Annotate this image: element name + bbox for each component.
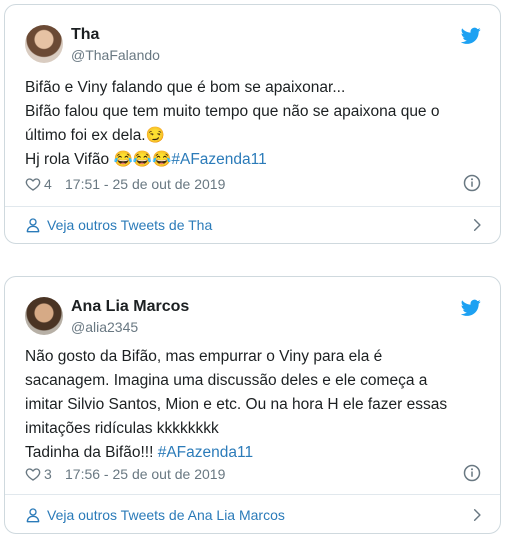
- person-icon: [26, 508, 40, 523]
- tweet-line: Bifão e Viny falando que é bom se apaixo…: [25, 79, 346, 96]
- tweet-header: Ana Lia Marcos @alia2345: [25, 297, 485, 337]
- tweet-line: Bifão falou que tem muito tempo que não …: [25, 103, 440, 120]
- twitter-bird-icon[interactable]: [461, 299, 481, 317]
- heart-icon[interactable]: [25, 466, 41, 482]
- avatar[interactable]: [25, 297, 63, 335]
- chevron-right-icon[interactable]: [470, 507, 484, 523]
- more-tweets-label[interactable]: Veja outros Tweets de Ana Lia Marcos: [47, 507, 285, 523]
- divider: [5, 206, 500, 207]
- tweet-card[interactable]: Tha @ThaFalando Bifão e Viny falando que…: [4, 4, 501, 244]
- author-handle[interactable]: @alia2345: [71, 319, 138, 335]
- tweet-header: Tha @ThaFalando: [25, 25, 485, 65]
- tweet-line: sacanagem. Imagina uma discussão deles e…: [25, 372, 428, 389]
- info-icon[interactable]: [463, 174, 481, 192]
- tweet-meta: 3 17:56 - 25 de out de 2019: [25, 464, 481, 486]
- like-count[interactable]: 3: [44, 466, 52, 482]
- like-count[interactable]: 4: [44, 176, 52, 192]
- tweet-card[interactable]: Ana Lia Marcos @alia2345 Não gosto da Bi…: [4, 276, 501, 534]
- tweet-line: Não gosto da Bifão, mas empurrar o Viny …: [25, 348, 383, 365]
- tweet-line-text: Tadinha da Bifão!!!: [25, 444, 158, 461]
- tweet-text: Bifão e Viny falando que é bom se apaixo…: [25, 76, 482, 172]
- timestamp[interactable]: 17:56 - 25 de out de 2019: [65, 466, 225, 482]
- tweet-line: Tadinha da Bifão!!! #AFazenda11: [25, 441, 482, 465]
- divider: [5, 494, 500, 495]
- timestamp[interactable]: 17:51 - 25 de out de 2019: [65, 176, 225, 192]
- author-name[interactable]: Ana Lia Marcos: [71, 298, 189, 316]
- more-tweets-label[interactable]: Veja outros Tweets de Tha: [47, 217, 212, 233]
- tweet-line: imitações ridículas kkkkkkkk: [25, 420, 219, 437]
- author-name[interactable]: Tha: [71, 26, 99, 44]
- tweet-line: último foi ex dela.😏: [25, 127, 165, 144]
- avatar[interactable]: [25, 25, 63, 63]
- info-icon[interactable]: [463, 464, 481, 482]
- twitter-bird-icon[interactable]: [461, 27, 481, 45]
- hashtag-link[interactable]: #AFazenda11: [158, 444, 253, 461]
- person-icon: [26, 218, 40, 233]
- chevron-right-icon[interactable]: [470, 217, 484, 233]
- tweet-text: Não gosto da Bifão, mas empurrar o Viny …: [25, 345, 482, 465]
- author-handle[interactable]: @ThaFalando: [71, 47, 160, 63]
- hashtag-link[interactable]: #AFazenda11: [171, 151, 266, 168]
- more-tweets-link[interactable]: Veja outros Tweets de Tha: [25, 214, 484, 238]
- tweet-line: imitar Silvio Santos, Mion e etc. Ou na …: [25, 396, 448, 413]
- tweet-line: Hj rola Vifão 😂😂😂#AFazenda11: [25, 148, 482, 172]
- heart-icon[interactable]: [25, 176, 41, 192]
- tweet-meta: 4 17:51 - 25 de out de 2019: [25, 174, 481, 196]
- tweet-line-text: Hj rola Vifão 😂😂😂: [25, 151, 172, 168]
- more-tweets-link[interactable]: Veja outros Tweets de Ana Lia Marcos: [25, 504, 484, 528]
